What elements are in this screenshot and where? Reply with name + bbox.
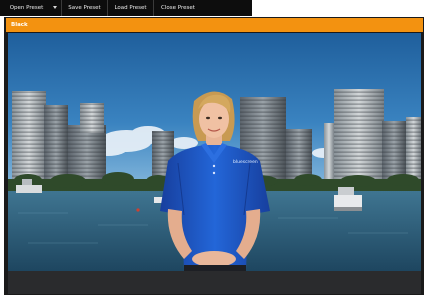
chevron-down-icon[interactable] [53, 6, 57, 9]
load-preset-button[interactable]: Load Preset [108, 0, 154, 16]
preset-viewer-window: Open Preset Save Preset Load Preset Clos… [0, 0, 425, 298]
open-preset-dropdown[interactable]: Open Preset [0, 0, 62, 16]
panel-title: Black [11, 22, 28, 28]
close-preset-label: Close Preset [161, 5, 195, 11]
preset-toolbar: Open Preset Save Preset Load Preset Clos… [0, 0, 252, 16]
polo-logo: bluescreen [233, 159, 258, 165]
load-preset-label: Load Preset [114, 5, 147, 11]
save-preset-label: Save Preset [68, 5, 101, 11]
open-preset-label: Open Preset [9, 5, 44, 11]
save-preset-button[interactable]: Save Preset [62, 0, 108, 16]
close-preset-button[interactable]: Close Preset [154, 0, 202, 16]
bottom-bar [8, 271, 421, 294]
panel-header: Black [6, 18, 423, 32]
preview-scene: bluescreen [8, 33, 421, 271]
video-preview[interactable]: bluescreen [8, 33, 421, 271]
